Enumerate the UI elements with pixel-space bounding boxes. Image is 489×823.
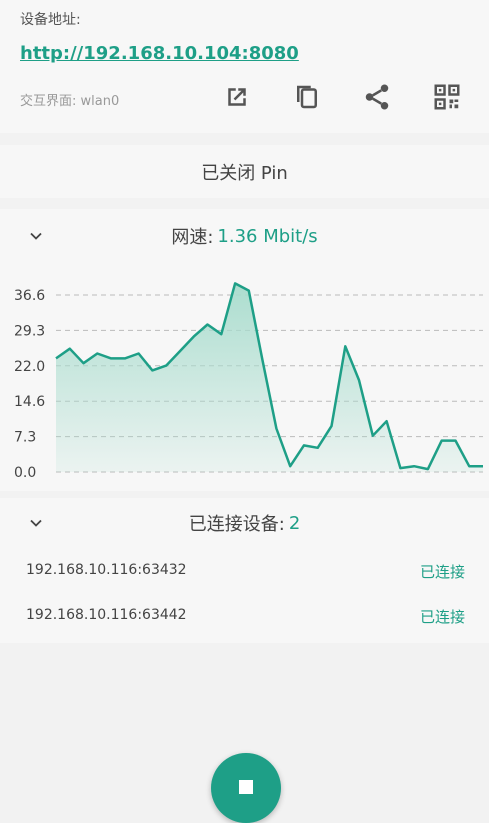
speed-header: 网速: 1.36 Mbit/s — [0, 211, 489, 261]
pin-card: 已关闭 Pin — [0, 145, 489, 198]
chevron-down-icon[interactable] — [26, 226, 46, 246]
share-icon[interactable] — [362, 82, 392, 112]
y-tick-label: 36.6 — [14, 288, 45, 304]
y-tick-label: 29.3 — [14, 323, 45, 339]
device-status: 已连接 — [420, 606, 465, 627]
y-tick-label: 7.3 — [14, 430, 36, 446]
pin-status: 已关闭 Pin — [201, 159, 288, 185]
list-item[interactable]: 192.168.10.116:63442 已连接 — [0, 595, 489, 639]
device-address-label: 设备地址: — [20, 9, 81, 29]
list-item[interactable]: 192.168.10.116:63432 已连接 — [0, 550, 489, 594]
speed-chart: 36.6 29.3 22.0 14.6 7.3 0.0 — [0, 262, 489, 492]
devices-header: 已连接设备: 2 — [0, 498, 489, 548]
device-address-card: 设备地址: http://192.168.10.104:8080 交互界面: w… — [0, 0, 489, 133]
device-address: 192.168.10.116:63442 — [26, 607, 187, 623]
y-tick-label: 22.0 — [14, 359, 45, 375]
chevron-down-icon[interactable] — [26, 513, 46, 533]
devices-count: 2 — [289, 513, 300, 534]
speed-area — [56, 283, 483, 472]
y-tick-label: 0.0 — [14, 465, 36, 481]
copy-icon[interactable] — [292, 82, 322, 112]
open-external-icon[interactable] — [222, 82, 252, 112]
devices-label: 已连接设备: — [189, 510, 285, 536]
device-address-link[interactable]: http://192.168.10.104:8080 — [20, 43, 299, 64]
interface-label: 交互界面: wlan0 — [20, 90, 119, 109]
speed-label: 网速: — [171, 223, 213, 249]
device-status: 已连接 — [420, 561, 465, 582]
connected-devices-card: 已连接设备: 2 192.168.10.116:63432 已连接 192.16… — [0, 498, 489, 643]
stop-icon — [239, 780, 253, 794]
speed-value: 1.36 Mbit/s — [217, 226, 317, 247]
qr-code-icon[interactable] — [432, 82, 462, 112]
device-address: 192.168.10.116:63432 — [26, 562, 187, 578]
y-tick-label: 14.6 — [14, 394, 45, 410]
stop-button[interactable] — [211, 753, 281, 823]
